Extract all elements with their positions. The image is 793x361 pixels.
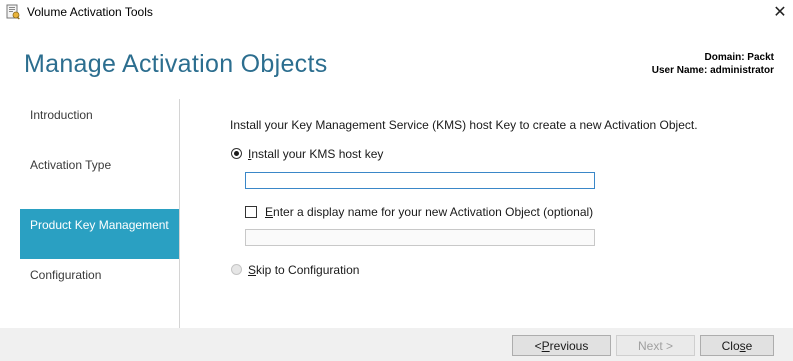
install-kms-key-radio[interactable] (231, 148, 242, 159)
window-title: Volume Activation Tools (27, 5, 153, 19)
user-info: Domain: Packt User Name: administrator (652, 51, 774, 77)
nav-item-product-key-management[interactable]: Product Key Management (20, 209, 179, 259)
nav-divider (179, 99, 180, 328)
page-title: Manage Activation Objects (24, 50, 328, 78)
mnemonic-letter: E (265, 205, 274, 219)
label-part: kip to Configuration (256, 263, 360, 277)
kms-host-key-input[interactable] (245, 172, 595, 189)
label-part: e (745, 338, 753, 353)
intro-text: Install your Key Management Service (KMS… (230, 118, 698, 132)
username-label: User Name: administrator (651, 65, 774, 76)
skip-to-configuration-radio[interactable] (231, 264, 242, 275)
label-part: revious (549, 338, 589, 353)
display-name-input[interactable] (245, 229, 595, 246)
label-part: nstall your KMS host key (251, 147, 384, 161)
nav-item-label: Introduction (30, 108, 93, 122)
label-part: Clo (721, 338, 740, 353)
install-kms-key-label[interactable]: Install your KMS host key (248, 147, 383, 161)
display-name-checkbox[interactable] (245, 206, 257, 218)
nav-item-label: Configuration (30, 268, 102, 282)
nav-item-activation-type[interactable]: Activation Type (20, 149, 179, 199)
mnemonic-letter: S (248, 263, 257, 277)
volume-activation-app-icon (6, 4, 20, 20)
display-name-label[interactable]: Enter a display name for your new Activa… (265, 205, 593, 219)
close-button[interactable]: Clo s e (700, 335, 774, 356)
domain-label: Domain: Packt (704, 52, 774, 63)
nav-item-label: Product Key Management (30, 218, 169, 232)
title-bar: Volume Activation Tools ✕ (0, 0, 793, 26)
nav-item-configuration[interactable]: Configuration (20, 259, 179, 309)
close-icon: ✕ (773, 4, 787, 21)
mnemonic-letter: P (541, 338, 550, 353)
next-button[interactable]: Next > (616, 335, 695, 356)
nav-item-introduction[interactable]: Introduction (20, 99, 179, 149)
label-part: < (534, 338, 542, 353)
skip-to-configuration-label[interactable]: Skip to Configuration (248, 263, 359, 277)
label-part: nter a display name for your new Activat… (273, 205, 594, 219)
nav-item-label: Activation Type (30, 158, 112, 172)
previous-button[interactable]: < Previous (512, 335, 611, 356)
close-window-button[interactable]: ✕ (768, 0, 792, 24)
wizard-footer: < Previous Next > Clo s e (0, 328, 793, 361)
